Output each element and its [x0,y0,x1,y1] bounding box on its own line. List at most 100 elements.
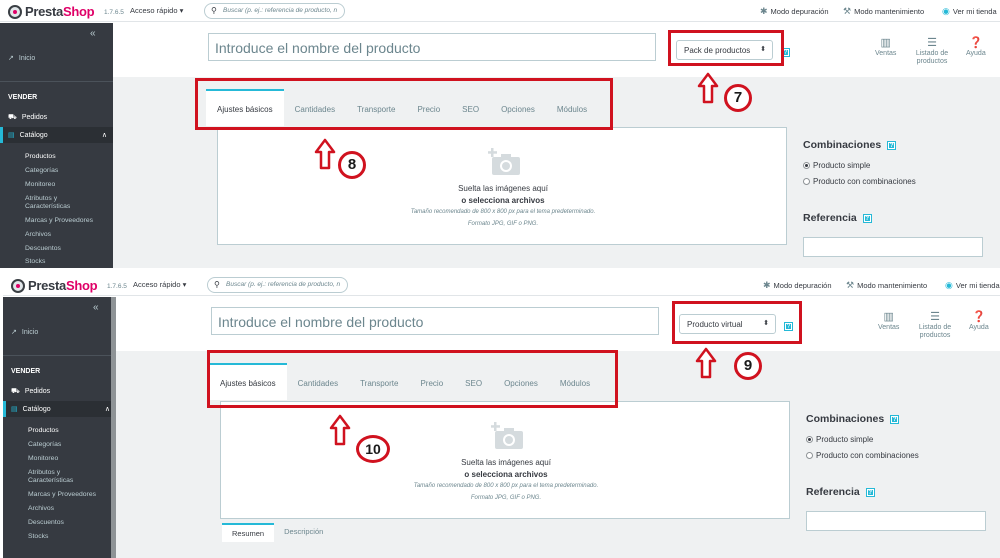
quick-access-menu[interactable]: Acceso rápido ▾ [133,280,186,289]
reference-input[interactable] [806,511,986,531]
search-input[interactable]: ⚲ Buscar (p. ej.: referencia de producto,… [207,277,348,293]
image-dropzone[interactable]: Suelta las imágenes aquí o selecciona ar… [217,127,787,245]
product-name-input[interactable]: Introduce el nombre del producto [208,33,656,61]
product-type-select[interactable]: Producto virtual ⬍ [679,314,776,334]
maintenance-mode-link[interactable]: ⚒ Modo mantenimiento [843,6,924,17]
search-input[interactable]: ⚲ Buscar (p. ej.: referencia de producto,… [204,3,345,19]
sidebar-item-home[interactable]: ↗ Inicio [11,328,38,337]
image-dropzone[interactable]: Suelta las imágenes aquí o selecciona ar… [220,401,790,519]
wrench-icon: ⚒ [846,280,855,290]
dropzone-size-hint: Tamaño recomendado de 800 x 800 px para … [410,209,596,215]
description-tabs: Resumen Descripción [222,523,333,542]
tab-quantities[interactable]: Cantidades [284,89,346,126]
help-icon[interactable]: ? [887,140,897,150]
sidebar-subitem-attributes[interactable]: Atributos y Características [28,469,73,485]
add-photo-icon [488,148,520,175]
quick-access-menu[interactable]: Acceso rápido ▾ [130,6,183,15]
product-tabs: Ajustes básicos Cantidades Transporte Pr… [206,89,598,126]
sidebar-subitem-files[interactable]: Archivos [25,231,51,239]
sidebar-item-orders[interactable]: ⛟ Pedidos [8,113,47,122]
sidebar-subitem-attributes[interactable]: Atributos y Características [25,195,70,211]
store-icon: ▤ [11,406,18,413]
wrench-icon: ⚒ [843,6,852,16]
view-store-link[interactable]: ◉ Ver mi tienda [945,280,1000,291]
sidebar-subitem-categories[interactable]: Categorías [28,441,61,449]
view-store-link[interactable]: ◉ Ver mi tienda [942,6,997,17]
collapse-sidebar-icon[interactable]: « [93,302,99,313]
prestashop-logo[interactable]: PrestaShop [8,4,95,19]
sidebar-subitem-monitoring[interactable]: Monitoreo [25,181,55,189]
sidebar-subitem-categories[interactable]: Categorías [25,167,58,175]
sidebar-subitem-products[interactable]: Productos [25,153,56,161]
version-label: 1.7.6.5 [107,283,127,290]
help-icon[interactable]: ? [784,322,793,331]
sales-button[interactable]: ▥ Ventas [875,38,896,58]
maintenance-mode-link[interactable]: ⚒ Modo mantenimiento [846,280,927,291]
select-files-link[interactable]: o selecciona archivos [218,196,788,205]
combinations-title: Combinaciones? [806,413,900,425]
product-tabs: Ajustes básicos Cantidades Transporte Pr… [209,363,601,400]
eye-icon: ◉ [942,6,950,16]
sidebar-subitem-stocks[interactable]: Stocks [25,258,45,266]
radio-simple-product[interactable]: Producto simple [803,161,870,170]
tab-options[interactable]: Opciones [493,363,549,400]
product-form: Ajustes básicos Cantidades Transporte Pr… [113,77,1000,268]
tab-summary[interactable]: Resumen [222,523,275,542]
sidebar-subitem-discounts[interactable]: Descuentos [28,519,64,527]
product-list-button[interactable]: ☰ Listado de productos [913,37,951,66]
tab-quantities[interactable]: Cantidades [287,363,349,400]
store-icon: ▤ [8,132,15,139]
debug-mode-link[interactable]: ✱ Modo depuración [760,6,829,17]
help-icon[interactable]: ? [865,487,875,497]
help-icon[interactable]: ? [862,213,872,223]
sidebar-item-catalog[interactable]: ▤ Catálogo ∧ [3,401,116,417]
sidebar-item-orders[interactable]: ⛟ Pedidos [11,387,50,396]
sidebar-subitem-files[interactable]: Archivos [28,505,54,513]
tab-modules[interactable]: Módulos [549,363,601,400]
help-icon[interactable]: ? [890,414,900,424]
help-icon[interactable]: ? [781,48,790,57]
sidebar-subitem-stocks[interactable]: Stocks [28,533,48,541]
version-label: 1.7.6.5 [104,9,124,16]
sidebar-item-home[interactable]: ↗ Inicio [8,54,35,63]
select-files-link[interactable]: o selecciona archivos [221,470,791,479]
tab-price[interactable]: Precio [406,89,451,126]
radio-simple-product[interactable]: Producto simple [806,435,873,444]
collapse-sidebar-icon[interactable]: « [90,28,96,39]
question-icon: ❓ [969,37,983,49]
divider [3,355,116,356]
sidebar-subitem-discounts[interactable]: Descuentos [25,245,61,253]
tab-price[interactable]: Precio [409,363,454,400]
caret-down-icon: ▾ [179,6,184,15]
tab-description[interactable]: Descripción [274,523,333,542]
sales-button[interactable]: ▥ Ventas [878,312,899,332]
product-options-column: Combinaciones? Producto simple Producto … [806,351,996,542]
radio-combinations-product[interactable]: Producto con combinaciones [803,177,916,186]
prestashop-logo[interactable]: PrestaShop [11,278,98,293]
help-button[interactable]: ❓ Ayuda [969,312,989,332]
debug-mode-link[interactable]: ✱ Modo depuración [763,280,832,291]
radio-combinations-product[interactable]: Producto con combinaciones [806,451,919,460]
tab-seo[interactable]: SEO [451,89,490,126]
product-name-input[interactable]: Introduce el nombre del producto [211,307,659,335]
help-button[interactable]: ❓ Ayuda [966,37,986,58]
tab-basic-settings[interactable]: Ajustes básicos [209,363,287,400]
product-form: Ajustes básicos Cantidades Transporte Pr… [116,351,1000,558]
sidebar-subitem-brands[interactable]: Marcas y Proveedores [28,491,96,499]
list-icon: ☰ [927,37,937,49]
product-list-button[interactable]: ☰ Listado de productos [916,312,954,340]
tab-shipping[interactable]: Transporte [349,363,409,400]
sidebar-subitem-monitoring[interactable]: Monitoreo [28,455,58,463]
sidebar-subitem-products[interactable]: Productos [28,427,59,435]
sidebar-subitem-brands[interactable]: Marcas y Proveedores [25,217,93,225]
reference-input[interactable] [803,237,983,257]
caret-down-icon: ▾ [182,280,187,289]
sidebar-item-catalog[interactable]: ▤ Catálogo ∧ [0,127,113,143]
tab-modules[interactable]: Módulos [546,89,598,126]
tab-shipping[interactable]: Transporte [346,89,406,126]
tab-basic-settings[interactable]: Ajustes básicos [206,89,284,126]
product-type-select[interactable]: Pack de productos ⬍ [676,40,773,60]
tab-options[interactable]: Opciones [490,89,546,126]
tab-seo[interactable]: SEO [454,363,493,400]
search-icon: ⚲ [211,6,217,15]
